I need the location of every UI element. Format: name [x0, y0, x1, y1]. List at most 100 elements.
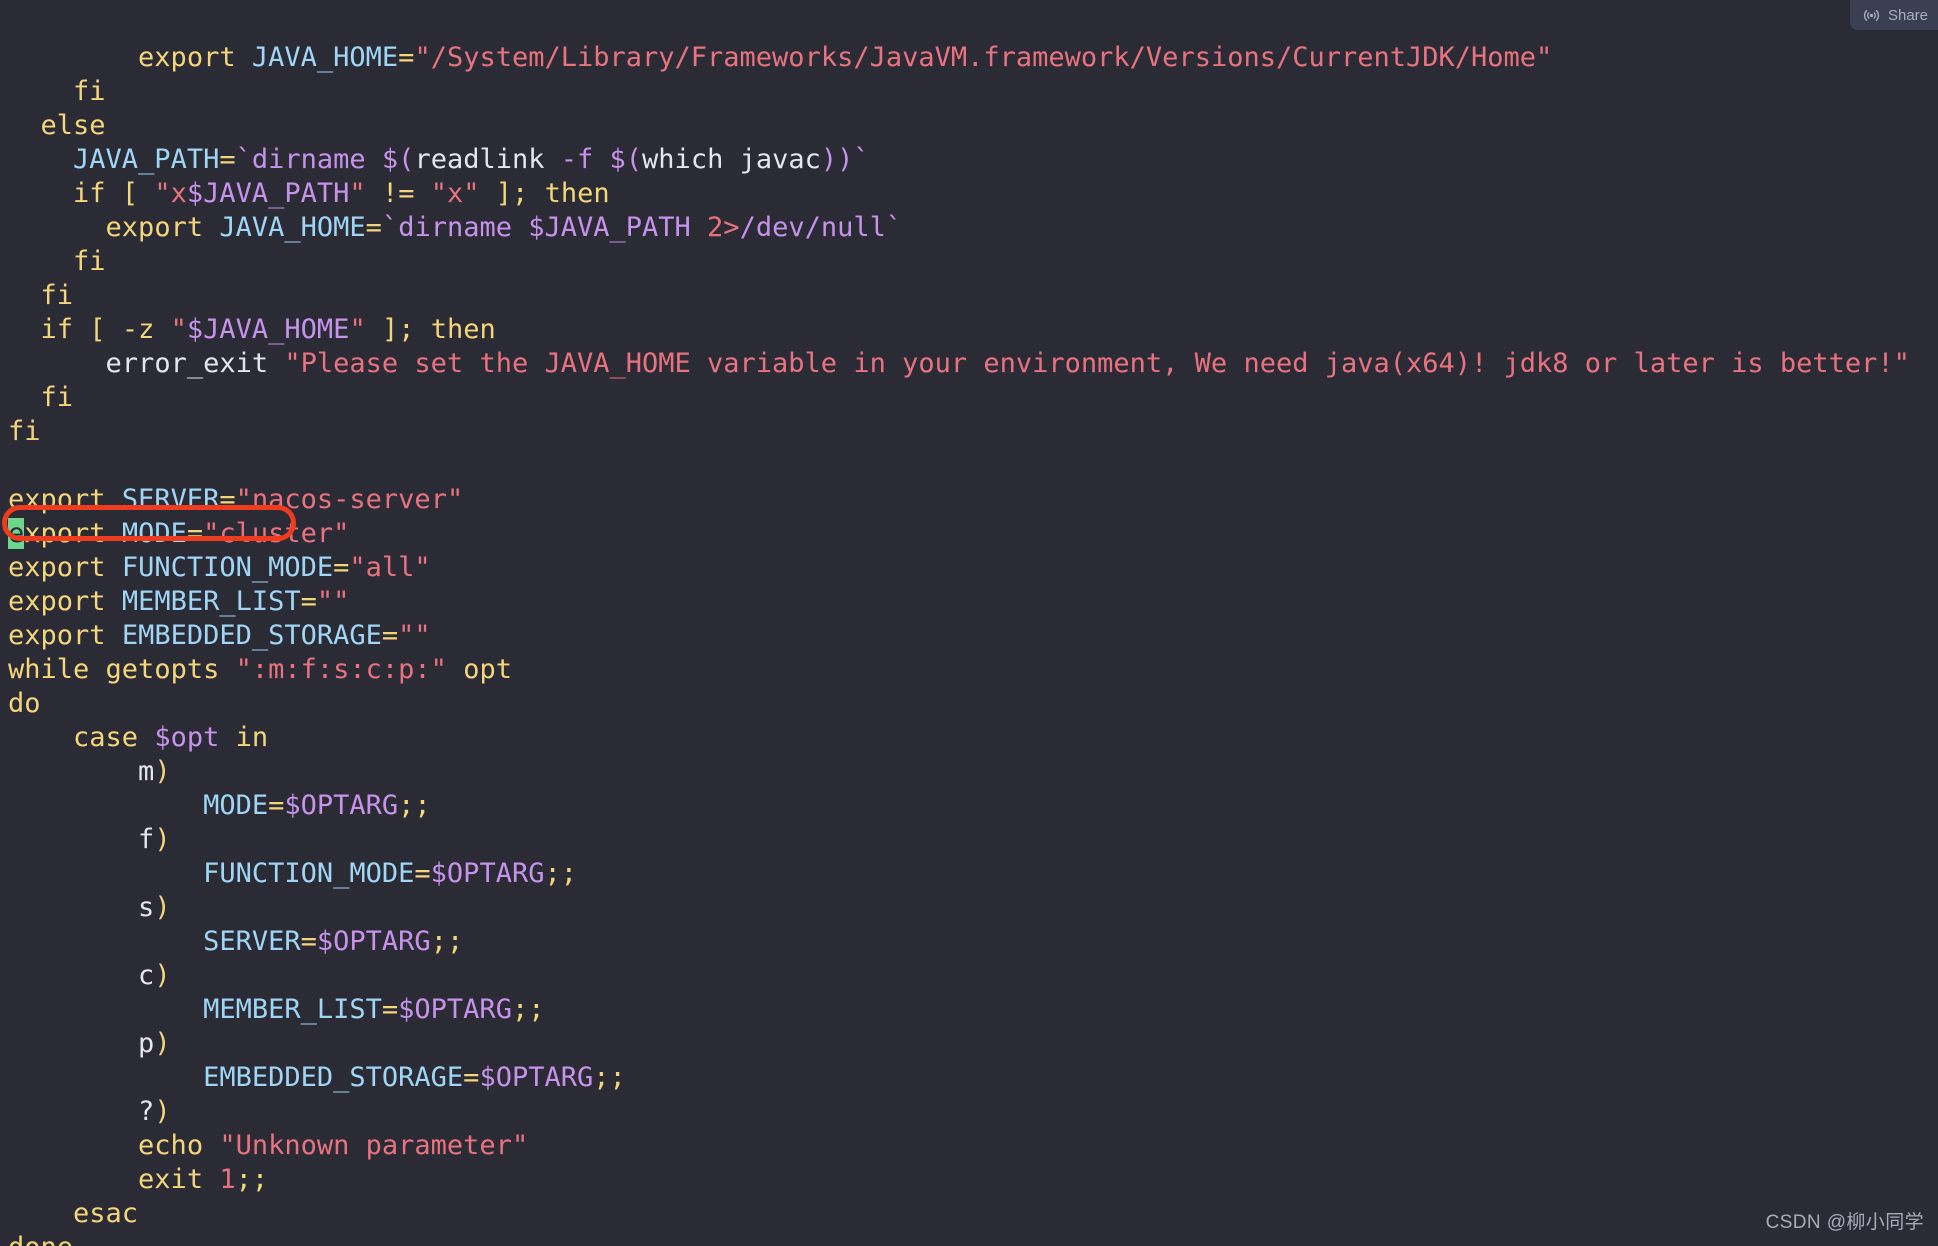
token-keyword: export — [105, 212, 204, 243]
token-keyword: xport — [24, 518, 106, 549]
token-keyword: export — [8, 620, 106, 651]
token-operator: = — [398, 42, 415, 73]
token-plain: c — [138, 960, 155, 991]
token-operator: = — [300, 926, 317, 957]
token-string: "" — [316, 586, 350, 617]
token-plain: f — [138, 824, 155, 855]
token-operator: = — [219, 144, 236, 175]
code-line[interactable]: s) — [0, 891, 1938, 925]
token-keyword: opt — [463, 654, 512, 685]
token-operator: != — [381, 178, 415, 209]
token-plain: readlink — [414, 144, 561, 175]
token-substitution: $JAVA_HOME — [186, 314, 350, 345]
token-plain: m — [138, 756, 155, 787]
token-plain: which javac — [642, 144, 821, 175]
token-keyword: export — [8, 586, 106, 617]
code-line[interactable]: p) — [0, 1027, 1938, 1061]
code-line[interactable]: fi — [0, 75, 1938, 109]
code-line[interactable]: do — [0, 687, 1938, 721]
code-line[interactable]: else — [0, 109, 1938, 143]
token-keyword: fi — [40, 280, 74, 311]
code-line[interactable]: export SERVER="nacos-server" — [0, 483, 1938, 517]
code-line[interactable]: MODE=$OPTARG;; — [0, 789, 1938, 823]
code-line[interactable]: case $opt in — [0, 721, 1938, 755]
token-keyword: if — [40, 314, 74, 345]
code-line[interactable]: export FUNCTION_MODE="all" — [0, 551, 1938, 585]
token-string: "all" — [349, 552, 431, 583]
token-keyword: exit — [138, 1164, 204, 1195]
token-variable: FUNCTION_MODE — [121, 552, 334, 583]
token-keyword: while — [8, 654, 90, 685]
code-line[interactable]: c) — [0, 959, 1938, 993]
token-substitution: -f — [560, 144, 610, 175]
token-keyword: in — [235, 722, 269, 753]
code-line[interactable]: fi — [0, 415, 1938, 449]
code-line[interactable]: if [ -z "$JAVA_HOME" ]; then — [0, 313, 1938, 347]
token-operator: = — [186, 518, 204, 549]
token-operator: ]; — [495, 178, 529, 209]
token-variable: SERVER — [121, 484, 220, 515]
code-line[interactable]: exit 1;; — [0, 1163, 1938, 1197]
code-line[interactable]: echo "Unknown parameter" — [0, 1129, 1938, 1163]
token-substitution: `dirname — [235, 144, 382, 175]
token-keyword: if — [73, 178, 106, 209]
token-operator: -z — [121, 314, 155, 345]
token-keyword: done — [8, 1232, 73, 1246]
token-substitution: $( — [609, 144, 643, 175]
code-line[interactable]: ?) — [0, 1095, 1938, 1129]
token-operator: = — [463, 1062, 480, 1093]
code-line[interactable]: while getopts ":m:f:s:c:p:" opt — [0, 653, 1938, 687]
token-number: 1 — [219, 1164, 236, 1195]
code-line[interactable]: EMBEDDED_STORAGE=$OPTARG;; — [0, 1061, 1938, 1095]
token-operator: ) — [154, 892, 171, 923]
token-operator: ) — [154, 960, 171, 991]
token-variable: MEMBER_LIST — [203, 994, 382, 1025]
code-editor-viewport[interactable]: export JAVA_HOME="/System/Library/Framew… — [0, 0, 1938, 1246]
code-line[interactable]: MEMBER_LIST=$OPTARG;; — [0, 993, 1938, 1027]
code-line[interactable]: done — [0, 1231, 1938, 1246]
token-keyword: fi — [73, 246, 106, 277]
token-variable: MEMBER_LIST — [121, 586, 301, 617]
token-keyword: case — [73, 722, 139, 753]
code-line[interactable]: fi — [0, 381, 1938, 415]
token-operator: ) — [154, 824, 171, 855]
code-line[interactable]: fi — [0, 245, 1938, 279]
share-button[interactable]: Share — [1849, 0, 1938, 30]
code-line[interactable]: if [ "x$JAVA_PATH" != "x" ]; then — [0, 177, 1938, 211]
token-keyword: fi — [8, 416, 41, 447]
token-string: ":m:f:s:c:p:" — [235, 654, 447, 685]
code-line[interactable]: f) — [0, 823, 1938, 857]
code-line[interactable]: SERVER=$OPTARG;; — [0, 925, 1938, 959]
token-keyword: then — [544, 178, 610, 209]
token-string: "" — [398, 620, 431, 651]
code-line[interactable]: export JAVA_HOME="/System/Library/Framew… — [0, 41, 1938, 75]
token-keyword: esac — [73, 1198, 139, 1229]
token-substitution: $OPTARG — [398, 994, 512, 1025]
token-operator: = — [219, 484, 236, 515]
token-operator: = — [333, 552, 350, 583]
code-line[interactable]: FUNCTION_MODE=$OPTARG;; — [0, 857, 1938, 891]
code-line[interactable]: export MEMBER_LIST="" — [0, 585, 1938, 619]
code-line[interactable]: export JAVA_HOME=`dirname $JAVA_PATH 2>/… — [0, 211, 1938, 245]
code-line[interactable]: fi — [0, 279, 1938, 313]
token-string: "nacos-server" — [235, 484, 464, 515]
code-line[interactable]: export MODE="cluster" — [0, 517, 1938, 551]
token-string: "cluster" — [203, 518, 350, 549]
token-variable: EMBEDDED_STORAGE — [203, 1062, 464, 1093]
code-line[interactable]: JAVA_PATH=`dirname $(readlink -f $(which… — [0, 143, 1938, 177]
token-string: "Please set the JAVA_HOME variable in yo… — [284, 348, 1910, 379]
code-line[interactable]: error_exit "Please set the JAVA_HOME var… — [0, 347, 1938, 381]
code-content[interactable]: export JAVA_HOME="/System/Library/Framew… — [0, 41, 1938, 1246]
code-line[interactable] — [0, 449, 1938, 483]
token-operator: ) — [154, 1028, 171, 1059]
token-keyword: export — [8, 552, 106, 583]
token-variable: FUNCTION_MODE — [203, 858, 415, 889]
token-string: "x" — [430, 178, 480, 209]
token-operator: ) — [154, 1096, 171, 1127]
token-plain: error_exit — [105, 348, 269, 379]
token-keyword: getopts — [105, 654, 220, 685]
code-line[interactable]: m) — [0, 755, 1938, 789]
code-line[interactable]: export EMBEDDED_STORAGE="" — [0, 619, 1938, 653]
token-keyword: fi — [73, 76, 106, 107]
code-line[interactable]: esac — [0, 1197, 1938, 1231]
